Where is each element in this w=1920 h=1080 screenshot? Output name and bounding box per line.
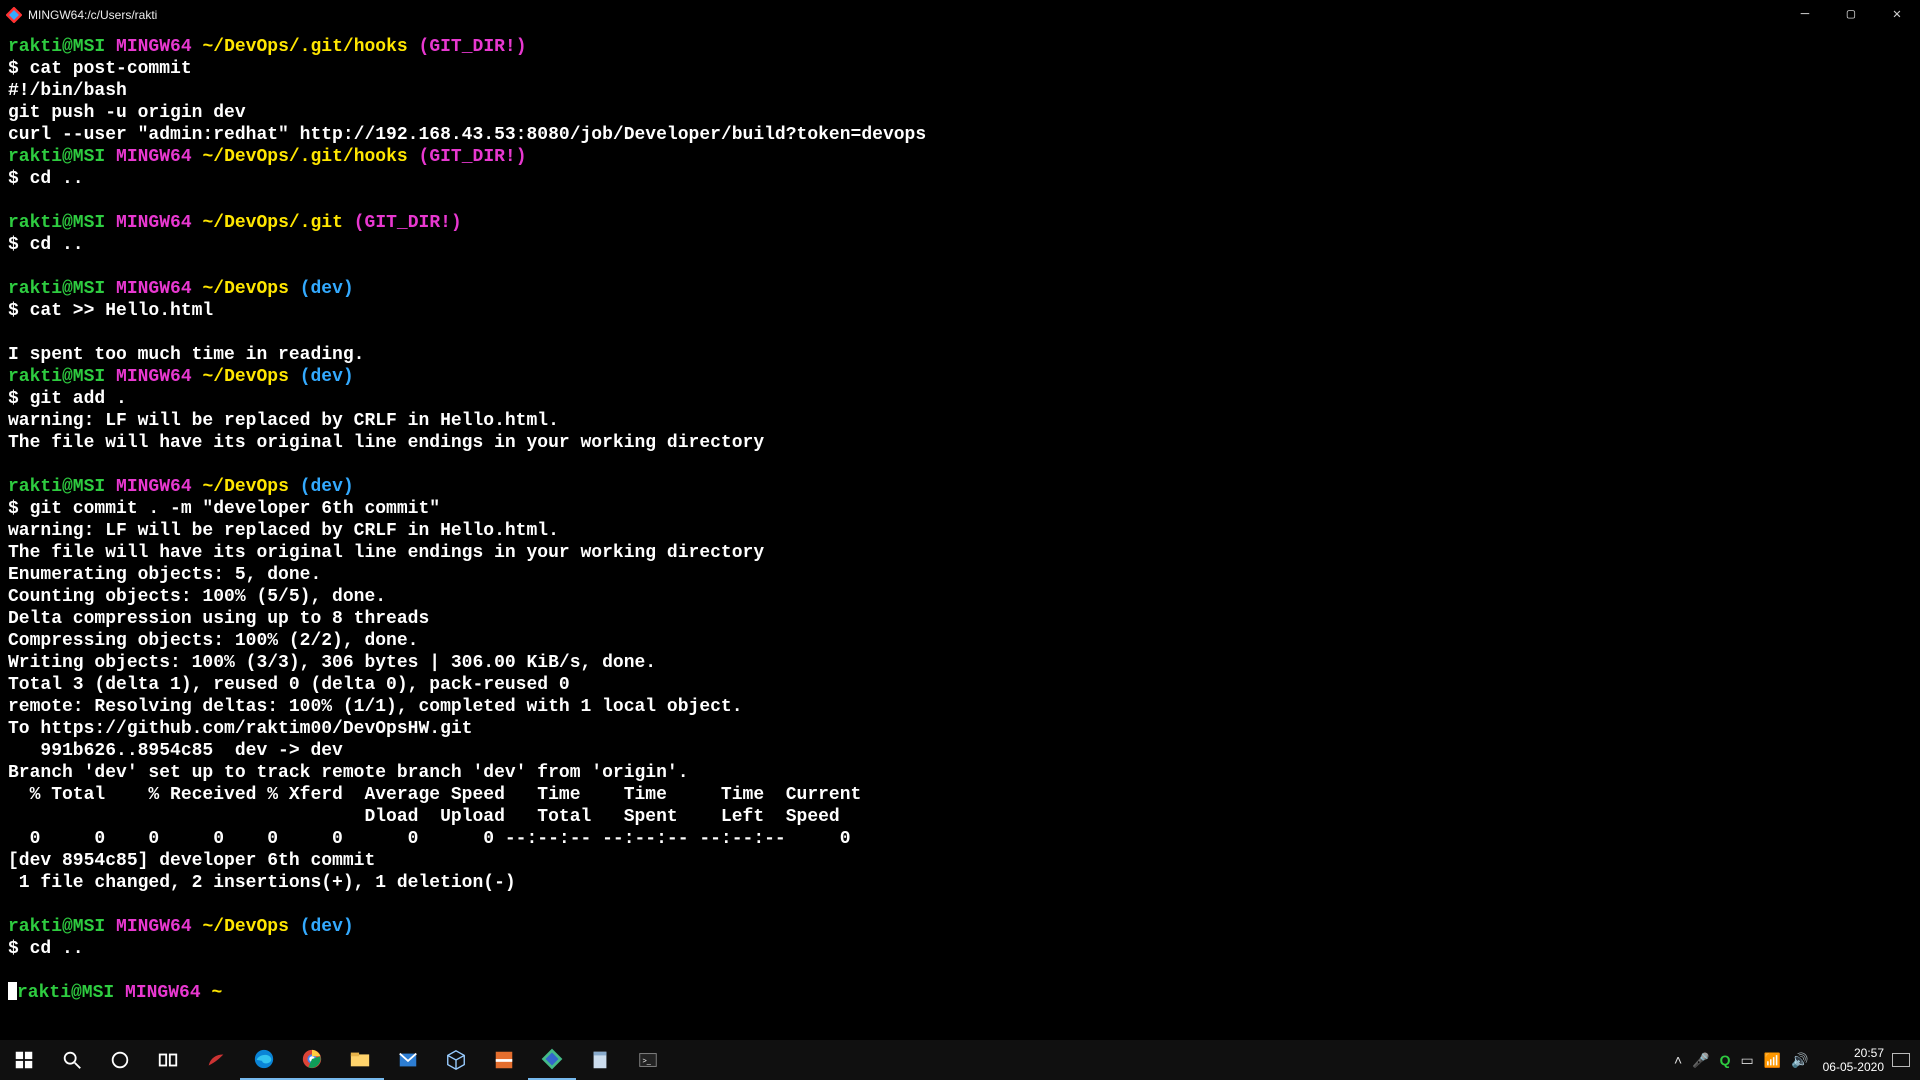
mic-icon[interactable]: 🎤 xyxy=(1692,1052,1709,1069)
clock-time: 20:57 xyxy=(1823,1046,1884,1060)
taskbar-taskview-icon[interactable] xyxy=(144,1040,192,1080)
maximize-button[interactable]: ▢ xyxy=(1828,0,1874,30)
minimize-button[interactable]: ─ xyxy=(1782,0,1828,30)
taskbar-vbox-icon[interactable] xyxy=(432,1040,480,1080)
volume-icon[interactable]: 🔊 xyxy=(1791,1052,1808,1069)
taskbar: >_ ˄ 🎤 Q ▭ 📶 🔊 20:57 06-05-2020 xyxy=(0,1040,1920,1080)
window-title: MINGW64:/c/Users/rakti xyxy=(28,8,157,22)
taskbar-mail-icon[interactable] xyxy=(384,1040,432,1080)
taskbar-gitbash-icon[interactable] xyxy=(528,1040,576,1080)
taskbar-search-icon[interactable] xyxy=(48,1040,96,1080)
battery-icon[interactable]: ▭ xyxy=(1741,1052,1754,1069)
svg-text:>_: >_ xyxy=(643,1056,652,1065)
terminal-output[interactable]: rakti@MSI MINGW64 ~/DevOps/.git/hooks (G… xyxy=(0,30,1920,1040)
system-tray: ˄ 🎤 Q ▭ 📶 🔊 20:57 06-05-2020 xyxy=(1674,1040,1920,1080)
taskbar-chrome-icon[interactable] xyxy=(288,1040,336,1080)
clock[interactable]: 20:57 06-05-2020 xyxy=(1823,1046,1884,1074)
clock-date: 06-05-2020 xyxy=(1823,1060,1884,1074)
quick-heal-icon[interactable]: Q xyxy=(1720,1052,1731,1068)
taskbar-explorer-icon[interactable] xyxy=(336,1040,384,1080)
taskbar-edge-icon[interactable] xyxy=(240,1040,288,1080)
titlebar-left: MINGW64:/c/Users/rakti xyxy=(0,7,157,23)
taskbar-apps: >_ xyxy=(0,1040,672,1080)
close-button[interactable]: ✕ xyxy=(1874,0,1920,30)
action-center-icon[interactable] xyxy=(1892,1053,1910,1067)
wifi-icon[interactable]: 📶 xyxy=(1764,1052,1781,1069)
taskbar-cortana-icon[interactable] xyxy=(96,1040,144,1080)
tray-icons: ˄ 🎤 Q ▭ 📶 🔊 xyxy=(1674,1052,1809,1069)
taskbar-start-icon[interactable] xyxy=(0,1040,48,1080)
taskbar-reditr-icon[interactable] xyxy=(192,1040,240,1080)
gitbash-icon xyxy=(6,7,22,23)
taskbar-cmd-icon[interactable]: >_ xyxy=(624,1040,672,1080)
window-controls: ─ ▢ ✕ xyxy=(1782,0,1920,30)
window-titlebar: MINGW64:/c/Users/rakti ─ ▢ ✕ xyxy=(0,0,1920,30)
taskbar-notepad-icon[interactable] xyxy=(576,1040,624,1080)
chevron-up-icon[interactable]: ˄ xyxy=(1674,1052,1682,1068)
taskbar-jupyter-icon[interactable] xyxy=(480,1040,528,1080)
